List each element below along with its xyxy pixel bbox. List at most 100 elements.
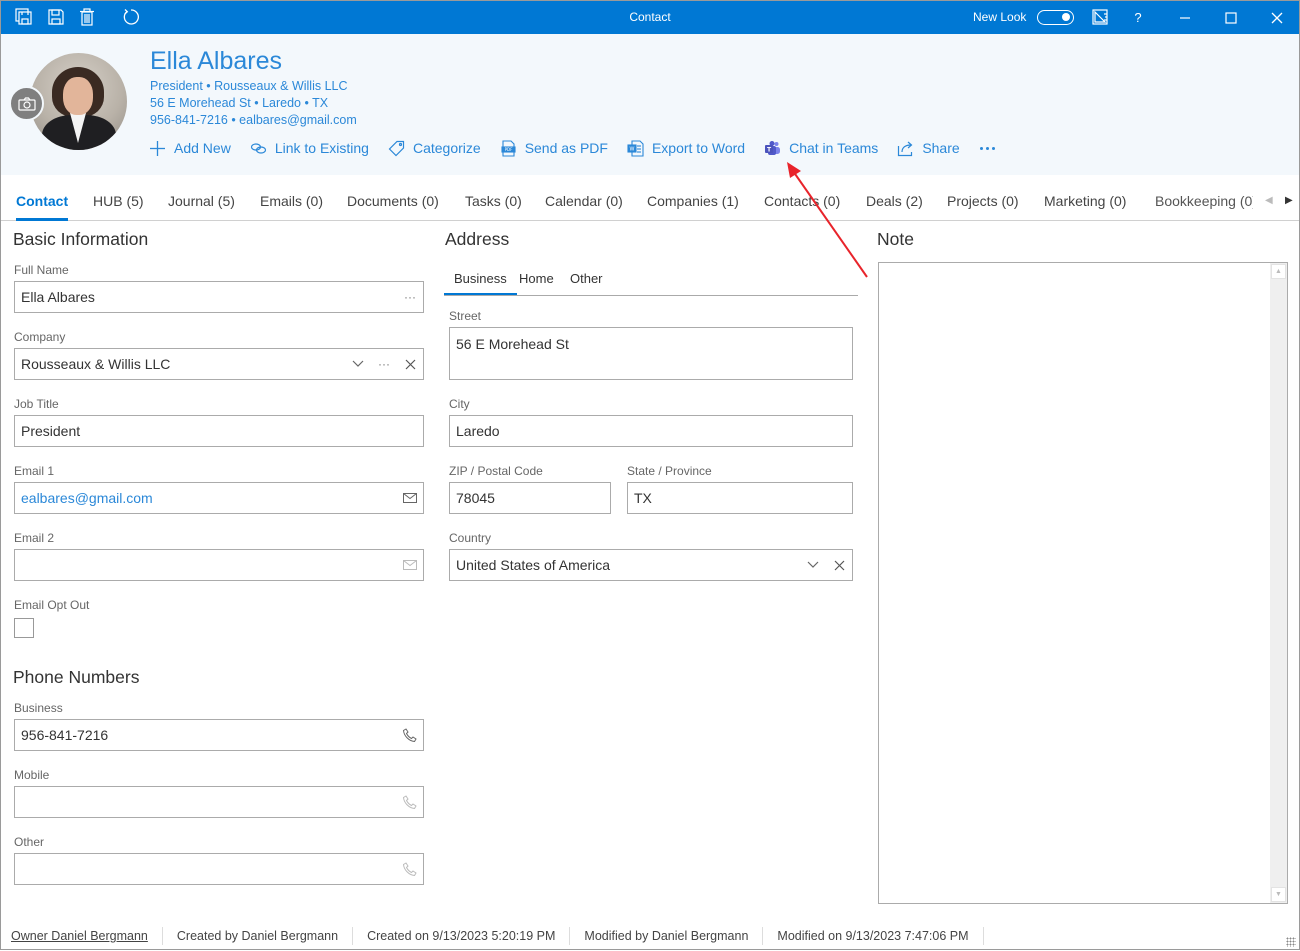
- clear-icon[interactable]: [397, 349, 423, 379]
- link-icon: [250, 140, 267, 157]
- tab-contacts[interactable]: Contacts (0): [764, 193, 840, 209]
- share-button[interactable]: Share: [897, 140, 960, 157]
- email1-field[interactable]: ealbares@gmail.com: [14, 482, 424, 514]
- tabs-scroll-right-icon[interactable]: ▶: [1285, 195, 1293, 206]
- business-phone-value: 956-841-7216: [21, 727, 109, 743]
- email1-label: Email 1: [14, 464, 55, 478]
- contact-name: Ella Albares: [150, 47, 283, 75]
- tab-documents[interactable]: Documents (0): [347, 193, 439, 209]
- more-icon[interactable]: ···: [371, 349, 397, 379]
- maximize-button[interactable]: [1211, 1, 1251, 34]
- company-value: Rousseaux & Willis LLC: [21, 356, 171, 372]
- scroll-up-icon[interactable]: ▲: [1271, 264, 1286, 279]
- envelope-icon[interactable]: [397, 550, 423, 580]
- address-tab-other[interactable]: Other: [570, 271, 603, 286]
- state-field[interactable]: TX: [627, 482, 853, 514]
- teams-icon: T: [764, 140, 781, 157]
- refresh-icon[interactable]: [122, 8, 140, 26]
- categorize-button[interactable]: Categorize: [388, 140, 481, 157]
- tab-emails[interactable]: Emails (0): [260, 193, 323, 209]
- change-photo-button[interactable]: [9, 86, 44, 121]
- phone-icon[interactable]: [397, 720, 423, 750]
- job-company-line: President • Rousseaux & Willis LLC: [150, 79, 348, 93]
- add-new-label: Add New: [174, 140, 231, 156]
- zip-field[interactable]: 78045: [449, 482, 611, 514]
- tab-calendar[interactable]: Calendar (0): [545, 193, 623, 209]
- tab-bookkeeping[interactable]: Bookkeeping (0): [1155, 193, 1253, 209]
- country-value: United States of America: [456, 557, 611, 573]
- city-field[interactable]: Laredo: [449, 415, 853, 447]
- full-name-field[interactable]: Ella Albares ···: [14, 281, 424, 313]
- save-icon[interactable]: [47, 8, 65, 26]
- send-as-pdf-button[interactable]: PDF Send as PDF: [500, 139, 608, 157]
- close-button[interactable]: [1257, 1, 1297, 34]
- new-look-toggle[interactable]: [1037, 10, 1074, 25]
- country-field[interactable]: United States of America: [449, 549, 853, 581]
- email-opt-out-checkbox[interactable]: [14, 618, 34, 638]
- contact-photo[interactable]: [30, 53, 127, 150]
- minimize-button[interactable]: [1165, 1, 1205, 34]
- city-value: Laredo: [456, 423, 500, 439]
- more-actions-button[interactable]: [979, 140, 1004, 157]
- tag-icon: [388, 140, 405, 157]
- company-field[interactable]: Rousseaux & Willis LLC ···: [14, 348, 424, 380]
- add-new-button[interactable]: Add New: [149, 140, 231, 157]
- tab-companies[interactable]: Companies (1): [647, 193, 739, 209]
- save-and-close-icon[interactable]: [15, 8, 33, 26]
- toggle-knob: [1062, 13, 1070, 21]
- chevron-down-icon[interactable]: [345, 349, 371, 379]
- status-bar: Owner Daniel Bergmann Created by Daniel …: [1, 921, 1299, 950]
- address-line: 56 E Morehead St • Laredo • TX: [150, 96, 329, 110]
- tab-projects[interactable]: Projects (0): [947, 193, 1019, 209]
- city-label: City: [449, 397, 470, 411]
- export-to-word-button[interactable]: W Export to Word: [627, 139, 746, 157]
- email1-value[interactable]: ealbares@gmail.com: [21, 490, 397, 506]
- modified-by: Modified by Daniel Bergmann: [570, 927, 764, 945]
- address-tab-business[interactable]: Business: [444, 271, 517, 295]
- country-label: Country: [449, 531, 492, 545]
- more-icon: [979, 140, 996, 157]
- tab-marketing[interactable]: Marketing (0): [1044, 193, 1126, 209]
- business-phone-field[interactable]: 956-841-7216: [14, 719, 424, 751]
- scroll-down-icon[interactable]: ▼: [1271, 887, 1286, 902]
- link-to-existing-button[interactable]: Link to Existing: [250, 140, 369, 157]
- address-tab-home[interactable]: Home: [519, 271, 554, 286]
- delete-icon[interactable]: [78, 8, 96, 26]
- mobile-phone-label: Mobile: [14, 768, 50, 782]
- phone-icon[interactable]: [397, 787, 423, 817]
- ruler-triangle-icon[interactable]: [1091, 8, 1109, 26]
- street-value: 56 E Morehead St: [456, 336, 569, 352]
- note-textarea[interactable]: ▲ ▼: [878, 262, 1288, 904]
- modified-on: Modified on 9/13/2023 7:47:06 PM: [763, 927, 984, 945]
- tabs-scroll-left-icon[interactable]: ◀: [1265, 195, 1273, 206]
- job-title-field[interactable]: President: [14, 415, 424, 447]
- phone-numbers-heading: Phone Numbers: [13, 667, 140, 687]
- chat-in-teams-button[interactable]: T Chat in Teams: [764, 140, 878, 157]
- svg-text:PDF: PDF: [504, 147, 512, 152]
- other-phone-field[interactable]: [14, 853, 424, 885]
- phone-icon[interactable]: [397, 854, 423, 884]
- email2-field[interactable]: [14, 549, 424, 581]
- mobile-phone-field[interactable]: [14, 786, 424, 818]
- state-label: State / Province: [627, 464, 712, 478]
- job-title-label: Job Title: [14, 397, 59, 411]
- resize-grip[interactable]: [1286, 937, 1296, 947]
- export-to-word-label: Export to Word: [651, 140, 746, 156]
- owner-link[interactable]: Owner Daniel Bergmann: [1, 927, 163, 945]
- word-icon: W: [627, 139, 644, 157]
- tab-deals[interactable]: Deals (2): [866, 193, 923, 209]
- chevron-down-icon[interactable]: [800, 550, 826, 580]
- tab-contact[interactable]: Contact: [16, 193, 69, 221]
- close-icon: [1271, 12, 1283, 23]
- tab-tasks[interactable]: Tasks (0): [465, 193, 522, 209]
- street-field[interactable]: 56 E Morehead St: [449, 327, 853, 380]
- note-scrollbar[interactable]: ▲ ▼: [1270, 263, 1287, 903]
- tab-journal[interactable]: Journal (5): [168, 193, 235, 209]
- minimize-icon: [1180, 16, 1190, 19]
- created-on: Created on 9/13/2023 5:20:19 PM: [353, 927, 571, 945]
- help-button[interactable]: ?: [1118, 1, 1158, 34]
- tab-hub[interactable]: HUB (5): [93, 193, 144, 209]
- more-icon[interactable]: ···: [397, 282, 423, 312]
- envelope-icon[interactable]: [397, 483, 423, 513]
- clear-icon[interactable]: [826, 550, 852, 580]
